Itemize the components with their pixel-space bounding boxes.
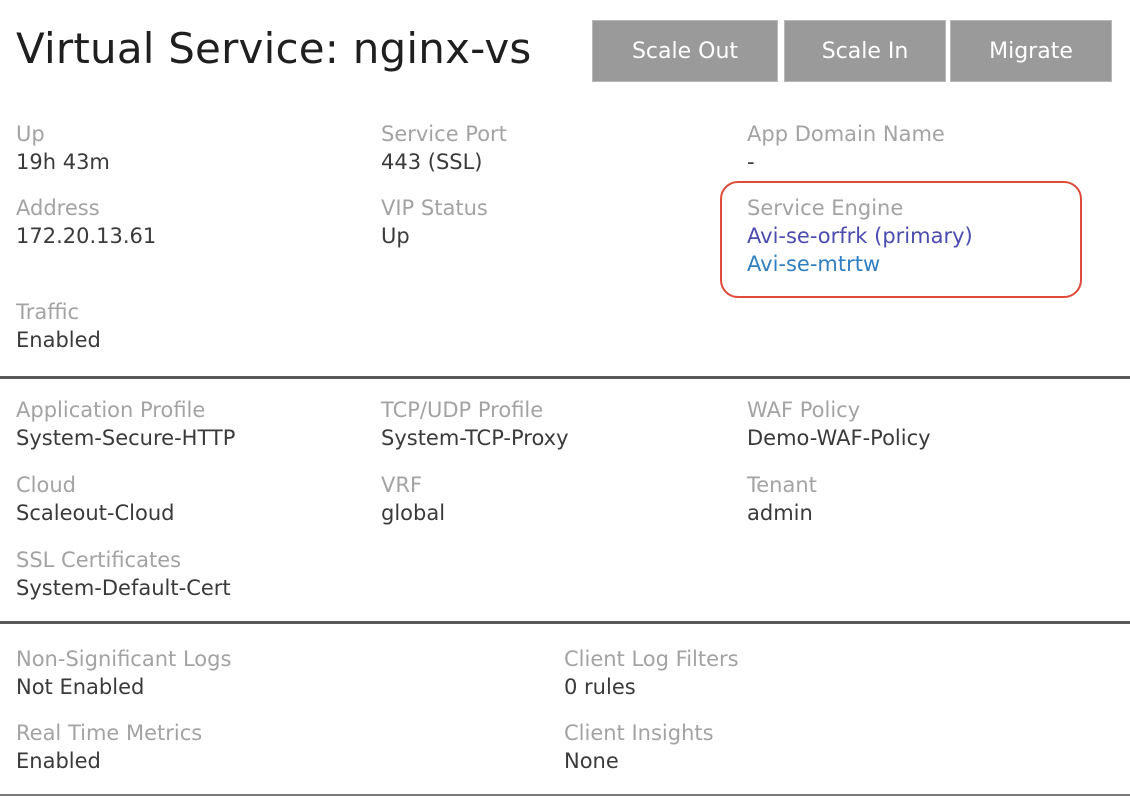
service-port-label: Service Port: [381, 122, 507, 146]
app-profile-field: Application Profile System-Secure-HTTP: [16, 396, 235, 452]
address-value: 172.20.13.61: [16, 224, 157, 248]
tcp-udp-profile-value: System-TCP-Proxy: [381, 426, 569, 450]
client-log-filters-label: Client Log Filters: [564, 647, 739, 671]
waf-policy-field: WAF Policy Demo-WAF-Policy: [747, 396, 931, 452]
ssl-certificates-label: SSL Certificates: [16, 548, 182, 572]
tcp-udp-profile-label: TCP/UDP Profile: [381, 398, 544, 422]
waf-policy-value: Demo-WAF-Policy: [747, 426, 931, 450]
client-log-filters-value: 0 rules: [564, 675, 636, 699]
waf-policy-label: WAF Policy: [747, 398, 861, 422]
address-field: Address 172.20.13.61: [16, 194, 156, 250]
app-domain-field: App Domain Name -: [747, 120, 945, 176]
client-insights-value: None: [564, 749, 619, 773]
bottom-divider: [0, 794, 1130, 796]
app-domain-value: -: [747, 150, 755, 174]
cloud-field: Cloud Scaleout-Cloud: [16, 471, 174, 527]
app-profile-label: Application Profile: [16, 398, 206, 422]
service-engine-highlight: [720, 181, 1082, 298]
up-label: Up: [16, 122, 45, 146]
client-insights-label: Client Insights: [564, 721, 714, 745]
real-time-metrics-label: Real Time Metrics: [16, 721, 203, 745]
scale-out-button[interactable]: Scale Out: [592, 20, 778, 82]
section-divider: [0, 376, 1130, 379]
non-significant-logs-field: Non-Significant Logs Not Enabled: [16, 645, 231, 701]
service-port-field: Service Port 443 (SSL): [381, 120, 507, 176]
tenant-field: Tenant admin: [747, 471, 817, 527]
traffic-field: Traffic Enabled: [16, 298, 101, 354]
real-time-metrics-value: Enabled: [16, 749, 101, 773]
vrf-field: VRF global: [381, 471, 445, 527]
tenant-value: admin: [747, 501, 813, 525]
tenant-label: Tenant: [747, 473, 817, 497]
ssl-certificates-value: System-Default-Cert: [16, 576, 231, 600]
real-time-metrics-field: Real Time Metrics Enabled: [16, 719, 202, 775]
service-port-value: 443 (SSL): [381, 150, 483, 174]
vip-status-value: Up: [381, 224, 410, 248]
non-significant-logs-label: Non-Significant Logs: [16, 647, 232, 671]
tcp-udp-profile-field: TCP/UDP Profile System-TCP-Proxy: [381, 396, 569, 452]
address-label: Address: [16, 196, 100, 220]
vip-status-label: VIP Status: [381, 196, 488, 220]
scale-in-button[interactable]: Scale In: [784, 20, 946, 82]
up-value: 19h 43m: [16, 150, 110, 174]
migrate-button[interactable]: Migrate: [950, 20, 1112, 82]
client-log-filters-field: Client Log Filters 0 rules: [564, 645, 739, 701]
app-profile-value: System-Secure-HTTP: [16, 426, 236, 450]
section-divider: [0, 621, 1130, 624]
vrf-value: global: [381, 501, 446, 525]
vrf-label: VRF: [381, 473, 423, 497]
traffic-label: Traffic: [16, 300, 80, 324]
traffic-value: Enabled: [16, 328, 101, 352]
page-title: Virtual Service: nginx-vs: [16, 24, 532, 73]
non-significant-logs-value: Not Enabled: [16, 675, 145, 699]
ssl-certificates-field: SSL Certificates System-Default-Cert: [16, 546, 231, 602]
client-insights-field: Client Insights None: [564, 719, 714, 775]
cloud-label: Cloud: [16, 473, 76, 497]
vip-status-field: VIP Status Up: [381, 194, 488, 250]
app-domain-label: App Domain Name: [747, 122, 945, 146]
up-field: Up 19h 43m: [16, 120, 110, 176]
cloud-value: Scaleout-Cloud: [16, 501, 175, 525]
